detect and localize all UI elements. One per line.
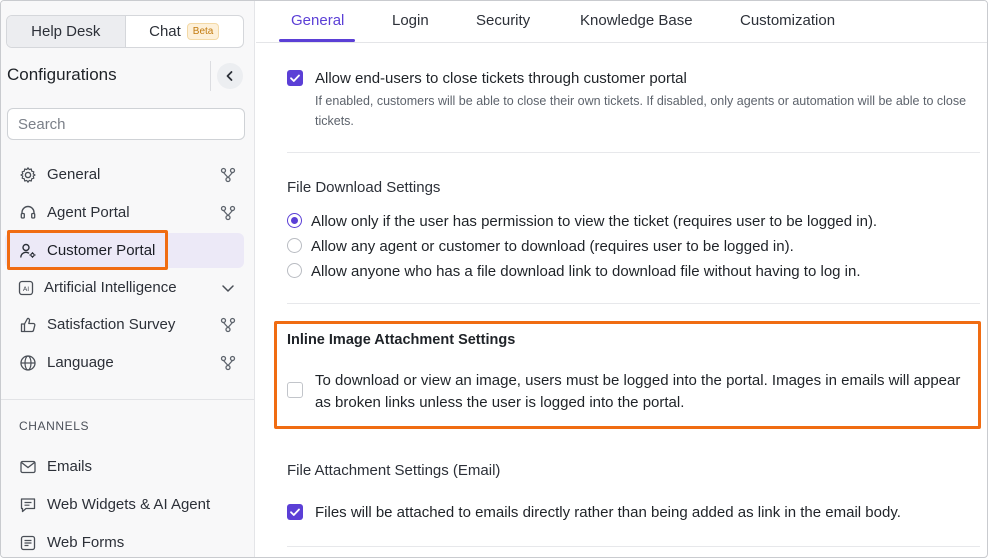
sidebar-item-label: Satisfaction Survey xyxy=(47,316,176,333)
mail-icon xyxy=(20,460,36,474)
tab-general[interactable]: General xyxy=(291,12,344,29)
chat-label: Chat xyxy=(149,23,181,40)
beta-badge: Beta xyxy=(186,23,220,40)
collapse-sidebar-button[interactable] xyxy=(217,63,243,89)
file-attachment-checkbox[interactable] xyxy=(287,504,303,520)
close-tickets-checkbox[interactable] xyxy=(287,70,303,86)
highlight-frame xyxy=(274,321,981,429)
download-option-label: Allow anyone who has a file download lin… xyxy=(311,263,861,280)
download-option-label: Allow only if the user has permission to… xyxy=(311,213,878,230)
globe-icon xyxy=(20,355,36,371)
chat-toggle[interactable]: Chat Beta xyxy=(126,16,244,47)
svg-text:AI: AI xyxy=(23,285,29,293)
sidebar-item-artificial-intelligence[interactable]: AI Artificial Intelligence xyxy=(5,270,244,305)
highlight-frame xyxy=(7,230,168,270)
helpdesk-label: Help Desk xyxy=(31,23,101,40)
sidebar-item-emails[interactable]: Emails xyxy=(5,449,244,484)
active-tab-indicator xyxy=(279,39,355,42)
sidebar: Help Desk Chat Beta Configurations Gener… xyxy=(1,1,255,557)
download-option-anyone-radio[interactable] xyxy=(287,263,302,278)
download-option-label: Allow any agent or customer to download … xyxy=(311,238,794,255)
search-input[interactable] xyxy=(7,108,245,140)
channels-section-label: CHANNELS xyxy=(19,419,90,433)
tab-login[interactable]: Login xyxy=(392,12,429,29)
sidebar-item-web-forms[interactable]: Web Forms xyxy=(5,525,244,557)
branch-icon xyxy=(220,317,236,333)
branch-icon xyxy=(220,355,236,371)
chevron-left-icon xyxy=(226,71,233,81)
file-attachment-heading: File Attachment Settings (Email) xyxy=(287,462,501,479)
sidebar-item-language[interactable]: Language xyxy=(5,345,244,380)
sidebar-item-label: Emails xyxy=(47,458,93,475)
tab-security[interactable]: Security xyxy=(476,12,530,29)
sidebar-title: Configurations xyxy=(7,65,117,84)
tab-customization[interactable]: Customization xyxy=(740,12,835,29)
divider xyxy=(287,303,980,304)
sidebar-item-label: General xyxy=(47,166,101,183)
file-download-heading: File Download Settings xyxy=(287,179,441,196)
chevron-down-icon xyxy=(222,285,234,292)
product-switcher: Help Desk Chat Beta xyxy=(6,15,244,48)
ai-icon: AI xyxy=(18,280,34,296)
sidebar-item-label: Agent Portal xyxy=(47,204,130,221)
checkmark-icon xyxy=(290,508,300,516)
branch-icon xyxy=(220,205,236,221)
divider xyxy=(287,546,980,547)
sidebar-item-label: Artificial Intelligence xyxy=(44,279,177,296)
divider xyxy=(287,152,980,153)
sidebar-item-label: Web Widgets & AI Agent xyxy=(47,496,211,513)
sidebar-item-web-widgets[interactable]: Web Widgets & AI Agent xyxy=(5,487,244,522)
gear-icon xyxy=(20,167,36,183)
sidebar-item-satisfaction-survey[interactable]: Satisfaction Survey xyxy=(5,307,244,342)
divider xyxy=(1,399,254,400)
branch-icon xyxy=(220,167,236,183)
helpdesk-toggle[interactable]: Help Desk xyxy=(7,16,126,47)
settings-tabs: General Login Security Knowledge Base Cu… xyxy=(256,1,987,43)
file-attachment-label: Files will be attached to emails directl… xyxy=(315,504,901,521)
sidebar-item-general[interactable]: General xyxy=(5,157,244,192)
close-tickets-help: If enabled, customers will be able to cl… xyxy=(315,94,967,128)
sidebar-item-label: Web Forms xyxy=(47,534,125,551)
app-window: Help Desk Chat Beta Configurations Gener… xyxy=(0,0,988,558)
sidebar-item-label: Language xyxy=(47,354,114,371)
tab-knowledge-base[interactable]: Knowledge Base xyxy=(580,12,693,29)
headset-icon xyxy=(20,205,36,219)
chat-icon xyxy=(20,498,36,513)
form-icon xyxy=(20,535,36,551)
thumbs-up-icon xyxy=(20,317,36,333)
sidebar-item-agent-portal[interactable]: Agent Portal xyxy=(5,195,244,230)
close-tickets-label: Allow end-users to close tickets through… xyxy=(315,70,687,87)
download-option-any-user-radio[interactable] xyxy=(287,238,302,253)
download-option-permission-radio[interactable] xyxy=(287,213,302,228)
divider xyxy=(210,61,211,91)
checkmark-icon xyxy=(290,74,300,82)
